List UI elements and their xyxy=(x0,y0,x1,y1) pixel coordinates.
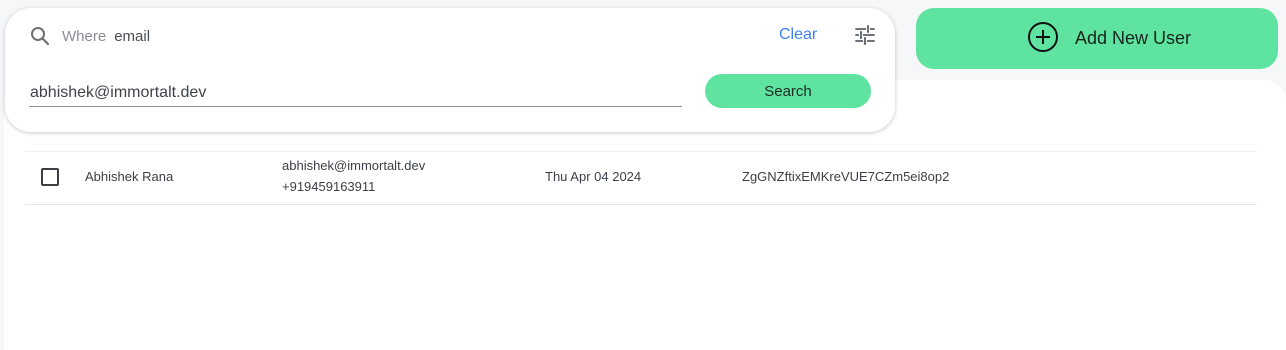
where-label: Where xyxy=(62,27,107,45)
search-icon xyxy=(30,26,50,46)
tune-icon[interactable] xyxy=(854,25,876,50)
user-phone: +919459163911 xyxy=(282,179,376,194)
where-field-selector[interactable]: email xyxy=(114,28,150,45)
search-card: Where email Clear Search xyxy=(5,8,895,132)
user-email: abhishek@immortalt.dev xyxy=(282,158,426,173)
row-checkbox[interactable] xyxy=(41,168,59,186)
add-new-user-label: Add New User xyxy=(1075,28,1192,48)
search-input[interactable] xyxy=(29,80,682,107)
row-divider xyxy=(25,151,1257,152)
user-name: Abhishek Rana xyxy=(85,169,174,184)
add-circle-icon xyxy=(1027,21,1059,56)
row-divider xyxy=(25,204,1257,205)
where-row: Where email xyxy=(30,25,150,47)
clear-button[interactable]: Clear xyxy=(779,26,817,44)
search-button[interactable]: Search xyxy=(705,74,871,108)
user-uid: ZgGNZftixEMKreVUE7CZm5ei8op2 xyxy=(742,169,950,184)
user-created-date: Thu Apr 04 2024 xyxy=(545,169,642,184)
add-new-user-button[interactable]: Add New User xyxy=(916,8,1278,69)
